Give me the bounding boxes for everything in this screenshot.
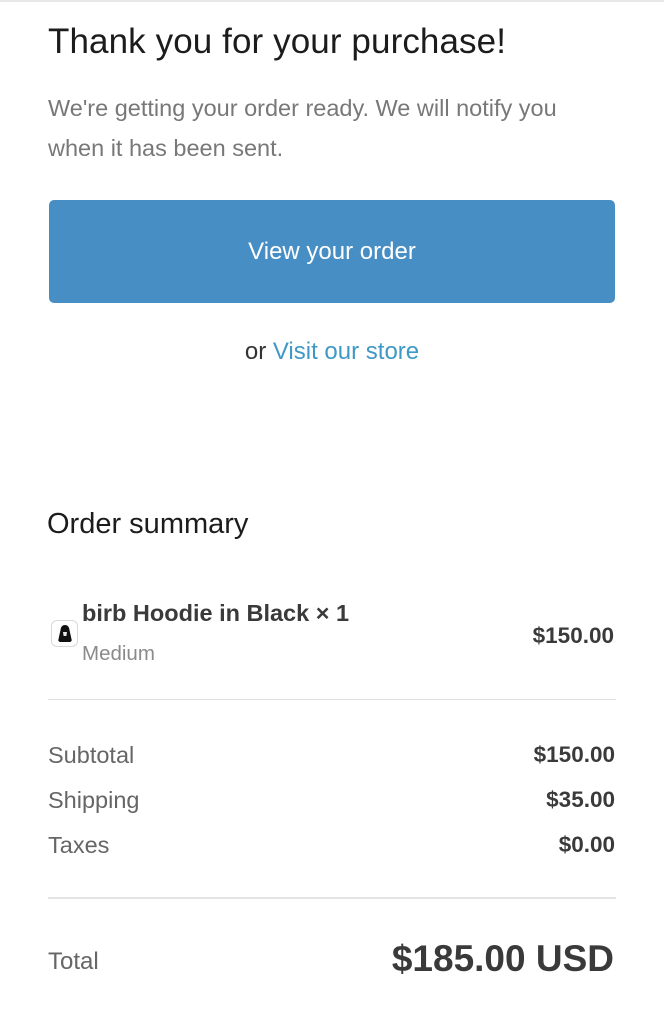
taxes-value: $0.00 [558, 832, 615, 857]
product-price: $150.00 [532, 623, 614, 648]
hoodie-icon [58, 625, 72, 642]
order-confirmation-page: Thank you for your purchase! We're getti… [0, 0, 664, 1024]
divider [48, 897, 616, 899]
page-title: Thank you for your purchase! [48, 22, 507, 61]
or-text: or [244, 338, 267, 365]
total-label: Total [48, 948, 99, 975]
shipping-value: $35.00 [546, 787, 615, 812]
visit-store-line: or Visit our store [0, 338, 664, 366]
product-thumbnail [51, 620, 78, 647]
order-summary-title: Order summary [47, 508, 249, 540]
divider [48, 699, 616, 700]
visit-store-link[interactable]: Visit our store [273, 338, 419, 365]
product-variant: Medium [82, 642, 155, 665]
subtotal-value: $150.00 [533, 742, 615, 767]
shipping-label: Shipping [48, 787, 140, 813]
confirmation-message: We're getting your order ready. We will … [48, 95, 557, 161]
view-order-button[interactable]: View your order [49, 200, 615, 303]
product-name: birb Hoodie in Black × 1 [82, 600, 350, 626]
top-divider [0, 0, 664, 2]
subtotal-label: Subtotal [48, 742, 135, 768]
taxes-label: Taxes [48, 832, 110, 858]
total-value: $185.00 USD [391, 938, 614, 979]
